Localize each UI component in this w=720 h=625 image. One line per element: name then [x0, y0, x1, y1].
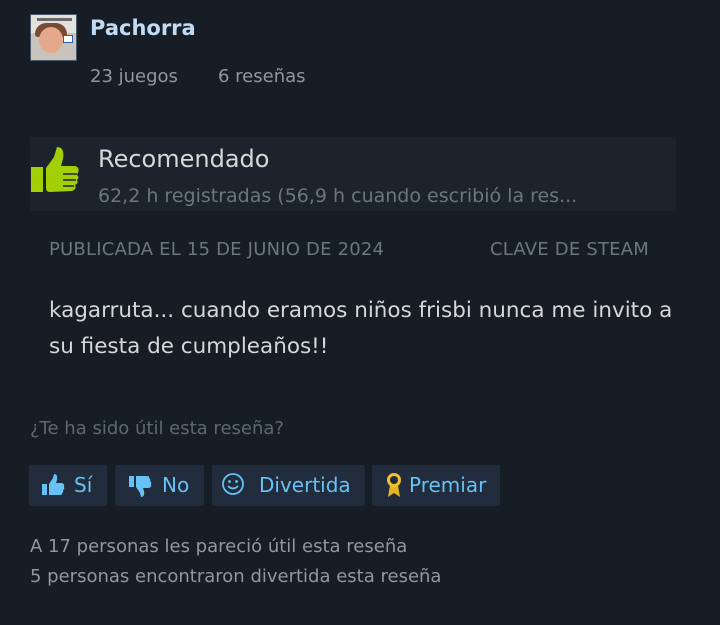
helpful-question: ¿Te ha sido útil esta reseña?	[30, 418, 284, 439]
smiley-icon	[222, 473, 244, 495]
funny-count: 5 personas encontraron divertida esta re…	[30, 566, 442, 587]
thumbs-up-icon	[42, 474, 65, 495]
avatar-flag	[63, 35, 73, 43]
vote-yes-label: Sí	[74, 473, 93, 497]
review-body: kagarruta... cuando eramos niños frisbi …	[49, 298, 673, 359]
vote-yes-button[interactable]: Sí	[29, 465, 107, 506]
award-button[interactable]: Premiar	[372, 465, 500, 506]
author-review-count[interactable]: 6 reseñas	[218, 66, 306, 87]
avatar-caption-strip	[37, 18, 72, 21]
award-label: Premiar	[409, 473, 487, 497]
thumbs-up-icon	[31, 147, 79, 192]
author-avatar[interactable]	[30, 14, 77, 61]
author-games-owned[interactable]: 23 juegos	[90, 66, 178, 87]
verdict-panel[interactable]: Recomendado 62,2 h registradas (56,9 h c…	[30, 137, 676, 211]
vote-funny-button[interactable]: Divertida	[212, 465, 365, 506]
avatar-face	[39, 27, 63, 53]
verdict-title[interactable]: Recomendado	[98, 145, 269, 173]
author-name[interactable]: Pachorra	[90, 16, 196, 40]
product-source: CLAVE DE STEAM	[490, 239, 649, 260]
thumbs-down-icon	[129, 476, 152, 497]
posted-date: PUBLICADA EL 15 DE JUNIO DE 2024	[49, 239, 385, 260]
vote-no-button[interactable]: No	[115, 465, 204, 506]
vote-no-label: No	[162, 473, 190, 497]
award-ribbon-icon	[387, 473, 401, 497]
vote-funny-label: Divertida	[259, 473, 351, 497]
playtime: 62,2 h registradas (56,9 h cuando escrib…	[98, 185, 578, 207]
helpful-count: A 17 personas les pareció útil esta rese…	[30, 536, 408, 557]
